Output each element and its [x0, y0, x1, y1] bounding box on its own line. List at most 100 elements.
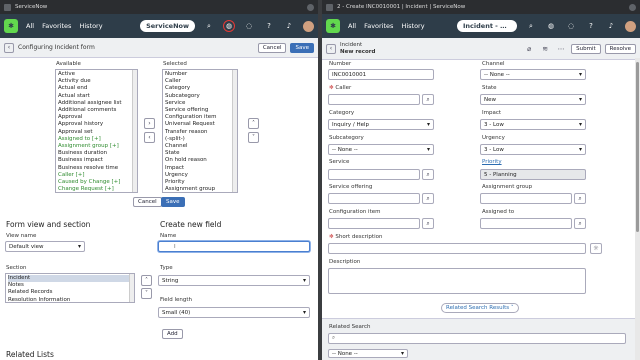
- attachment-icon[interactable]: ⌀: [523, 43, 535, 55]
- selected-field-item[interactable]: Universal Request: [165, 121, 235, 128]
- service-input[interactable]: [328, 169, 420, 180]
- nav-history-right[interactable]: History: [401, 22, 424, 30]
- available-field-item[interactable]: Caused by Change [+]: [58, 179, 135, 186]
- selected-field-item[interactable]: Service: [165, 100, 235, 107]
- form-cancel-button[interactable]: Cancel: [133, 197, 162, 207]
- browser-tab-title-right[interactable]: 2 - Create INC0010001 | Incident | Servi…: [337, 4, 465, 10]
- available-field-item[interactable]: Actual start: [58, 93, 135, 100]
- context-pill[interactable]: ServiceNow: [140, 20, 195, 32]
- related-search-filter-select[interactable]: -- None --: [328, 349, 408, 358]
- selected-field-item[interactable]: Impact: [165, 165, 235, 172]
- selected-field-item[interactable]: (-split-): [165, 136, 235, 143]
- assigned-to-lookup-icon[interactable]: ⌕: [574, 218, 586, 229]
- servicenow-logo[interactable]: ✱: [4, 19, 18, 33]
- chat-icon[interactable]: ◌: [243, 20, 255, 32]
- section-item[interactable]: Resolution Information: [8, 297, 132, 302]
- search-icon[interactable]: ⌕: [203, 20, 215, 32]
- header-cancel-button[interactable]: Cancel: [257, 42, 287, 53]
- new-field-name-input[interactable]: I: [158, 241, 310, 252]
- section-up-button[interactable]: ˄: [141, 275, 152, 286]
- related-search-input[interactable]: ⌕: [328, 333, 626, 344]
- search-icon-right[interactable]: ⌕: [525, 20, 537, 32]
- suggestion-lightbulb-icon[interactable]: ☼: [590, 243, 602, 254]
- available-field-item[interactable]: Activity due: [58, 78, 135, 85]
- available-field-item[interactable]: Business resolve time: [58, 165, 135, 172]
- browser-menu-icon-right[interactable]: [629, 3, 636, 11]
- available-field-item[interactable]: Business impact: [58, 157, 135, 164]
- ci-input[interactable]: [328, 218, 420, 229]
- selected-field-item[interactable]: State: [165, 150, 235, 157]
- selected-field-item[interactable]: Channel: [165, 143, 235, 150]
- available-field-item[interactable]: Actual end: [58, 85, 135, 92]
- form-save-button[interactable]: Save: [161, 197, 185, 207]
- globe-icon[interactable]: ◍: [223, 20, 235, 32]
- related-search-results-button[interactable]: Related Search Results ˅: [441, 303, 519, 313]
- selected-field-item[interactable]: Number: [165, 71, 235, 78]
- back-icon-right[interactable]: ‹: [326, 43, 336, 54]
- move-right-button[interactable]: ›: [144, 118, 155, 129]
- help-icon[interactable]: ?: [263, 20, 275, 32]
- selected-field-item[interactable]: Category: [165, 85, 235, 92]
- available-field-item[interactable]: Business duration: [58, 150, 135, 157]
- add-field-button[interactable]: Add: [162, 329, 183, 339]
- resolve-button[interactable]: Resolve: [604, 43, 636, 54]
- urgency-select[interactable]: 3 - Low: [480, 144, 586, 155]
- submit-button[interactable]: Submit: [571, 43, 601, 54]
- more-options-icon[interactable]: ⋯: [555, 43, 567, 55]
- header-save-button[interactable]: Save: [290, 42, 314, 53]
- nav-all-right[interactable]: All: [348, 22, 356, 30]
- move-up-button[interactable]: ˄: [248, 118, 259, 129]
- assigned-to-input[interactable]: [480, 218, 572, 229]
- impact-select[interactable]: 3 - Low: [480, 119, 586, 130]
- page-scrollbar-thumb[interactable]: [636, 62, 639, 232]
- service-offering-input[interactable]: [328, 193, 420, 204]
- available-fields-list[interactable]: Active Activity due Actual end Actual start…: [55, 69, 138, 193]
- selected-field-item[interactable]: Configuration item: [165, 114, 235, 121]
- available-field-item[interactable]: Additional comments: [58, 107, 135, 114]
- short-desc-input[interactable]: [328, 243, 586, 254]
- bell-icon-right[interactable]: ♪: [605, 20, 617, 32]
- section-list[interactable]: Incident Notes Related Records Resolution I…: [5, 273, 135, 303]
- globe-icon-right[interactable]: ◍: [545, 20, 557, 32]
- context-pill-right[interactable]: Incident - Cre...: [457, 20, 517, 32]
- section-scrollbar[interactable]: [129, 274, 134, 302]
- available-field-item[interactable]: Approval history: [58, 121, 135, 128]
- available-field-item[interactable]: Caller [+]: [58, 172, 135, 179]
- service-offering-lookup-icon[interactable]: ⌕: [422, 193, 434, 204]
- priority-label[interactable]: Priority: [482, 159, 502, 165]
- user-avatar[interactable]: [303, 20, 314, 32]
- subcategory-select[interactable]: -- None --: [328, 144, 434, 155]
- channel-select[interactable]: -- None --: [480, 69, 586, 80]
- available-scrollbar[interactable]: [132, 70, 137, 192]
- selected-fields-list[interactable]: Number Caller Category Subcategory Service Se…: [162, 69, 238, 193]
- nav-favorites-right[interactable]: Favorites: [364, 22, 393, 30]
- field-length-select[interactable]: Small (40): [158, 307, 310, 318]
- selected-field-item[interactable]: On hold reason: [165, 157, 235, 164]
- selected-field-item[interactable]: Priority: [165, 179, 235, 186]
- available-field-item[interactable]: Additional assignee list: [58, 100, 135, 107]
- number-input[interactable]: INC0010001: [328, 69, 434, 80]
- selected-field-item[interactable]: Assignment group: [165, 186, 235, 192]
- selected-field-item[interactable]: Service offering: [165, 107, 235, 114]
- selected-scrollbar[interactable]: [232, 70, 237, 192]
- available-field-item[interactable]: Approval set: [58, 129, 135, 136]
- chat-icon-right[interactable]: ◌: [565, 20, 577, 32]
- move-left-button[interactable]: ‹: [144, 132, 155, 143]
- caller-input[interactable]: [328, 94, 420, 105]
- category-select[interactable]: Inquiry / Help: [328, 119, 434, 130]
- activity-icon[interactable]: ≋: [539, 43, 551, 55]
- state-select[interactable]: New: [480, 94, 586, 105]
- available-field-item[interactable]: Approval: [58, 114, 135, 121]
- help-icon-right[interactable]: ?: [585, 20, 597, 32]
- selected-field-item[interactable]: Transfer reason: [165, 129, 235, 136]
- assignment-group-lookup-icon[interactable]: ⌕: [574, 193, 586, 204]
- servicenow-logo-right[interactable]: ✱: [326, 19, 340, 33]
- available-field-item[interactable]: Assigned to [+]: [58, 136, 135, 143]
- bell-icon[interactable]: ♪: [283, 20, 295, 32]
- service-lookup-icon[interactable]: ⌕: [422, 169, 434, 180]
- description-textarea[interactable]: [328, 268, 586, 294]
- section-down-button[interactable]: ˅: [141, 288, 152, 299]
- browser-menu-icon[interactable]: [307, 3, 314, 11]
- field-type-select[interactable]: String: [158, 275, 310, 286]
- caller-lookup-icon[interactable]: ⌕: [422, 94, 434, 105]
